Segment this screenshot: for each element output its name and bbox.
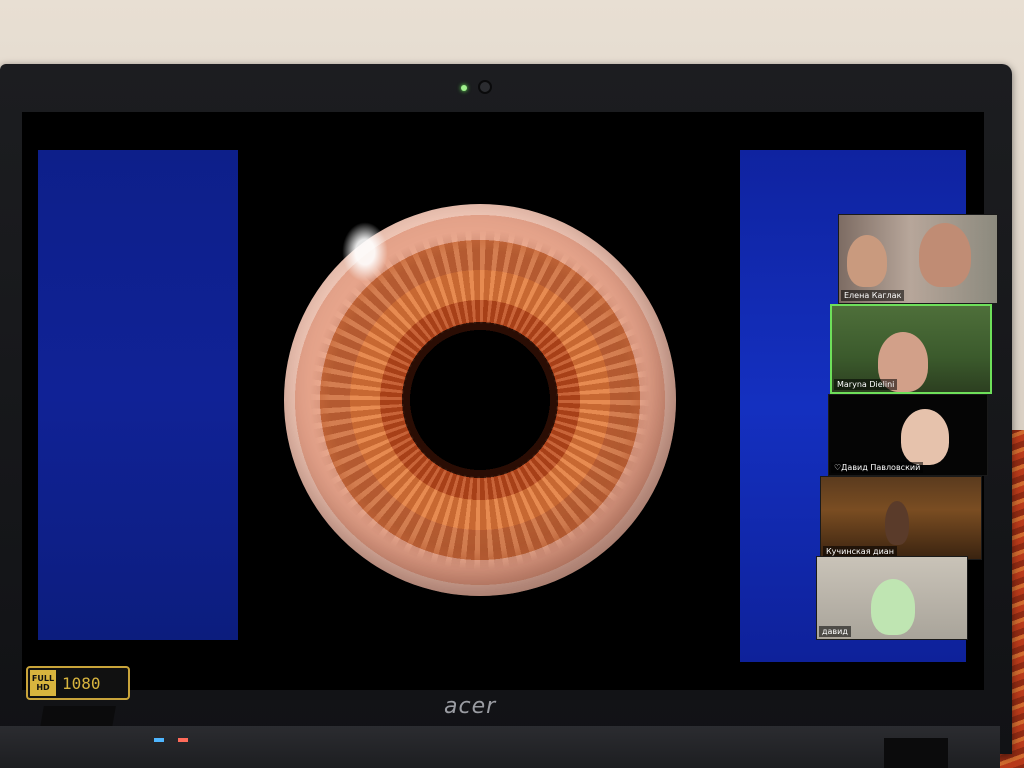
participant-avatar [885, 501, 909, 545]
hinge-right [884, 738, 948, 768]
participant-avatar [919, 223, 971, 287]
status-light-blue [154, 738, 164, 742]
participant-name: Maryna Dielini [834, 379, 898, 390]
slide-left-panel [38, 150, 238, 640]
participant-avatar [901, 409, 949, 465]
brand-logo: acer [444, 694, 497, 719]
participant-tile[interactable]: давид [816, 556, 968, 640]
webcam-icon [478, 80, 492, 94]
participant-avatar [871, 579, 915, 635]
iris-highlight [342, 222, 388, 282]
laptop-base [0, 726, 1000, 768]
webcam-led-indicator [461, 85, 467, 91]
participant-name: Елена Каглак [841, 290, 905, 301]
participant-name: ♡Давид Павловский [831, 462, 924, 473]
participant-tile[interactable]: Кучинская диан [820, 476, 982, 560]
participant-tile[interactable]: Елена Каглак [838, 214, 998, 304]
participant-name: давид [819, 626, 851, 637]
participant-tile[interactable]: ♡Давид Павловский [828, 394, 988, 476]
resolution-label: 1080 [62, 673, 101, 693]
participant-tile-active-speaker[interactable]: Maryna Dielini [830, 304, 992, 394]
full-hd-badge: FULL HD 1080 [26, 666, 130, 700]
hd-mark-icon: FULL HD [30, 670, 56, 696]
participant-avatar [847, 235, 887, 287]
status-light-red [178, 738, 188, 742]
